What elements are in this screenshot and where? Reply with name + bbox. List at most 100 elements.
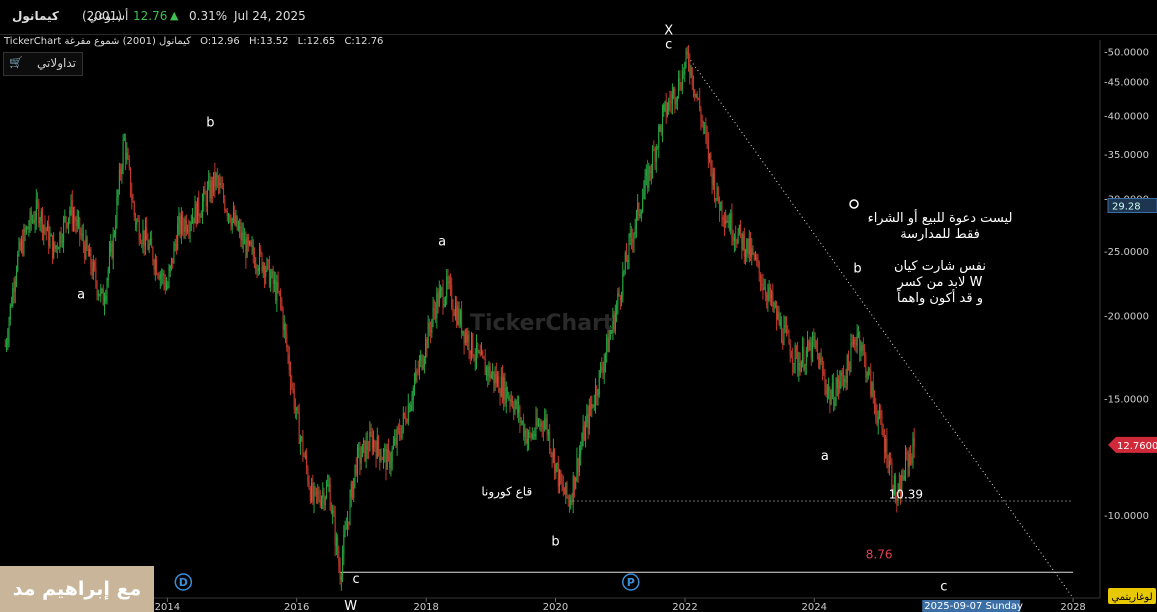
candle-body <box>621 295 623 301</box>
candle-body <box>530 433 532 439</box>
candle-body <box>462 330 464 334</box>
candle-body <box>704 126 706 128</box>
candle-body <box>447 276 449 283</box>
crosshair-date-badge <box>922 600 1021 612</box>
candle-body <box>371 434 373 450</box>
candle-body <box>117 190 119 198</box>
top-bar: كيمانول (2001) أسبوعي 12.76 ▲ 0.31% Jul … <box>0 0 1157 35</box>
candle-body <box>828 388 830 390</box>
my-trades-button[interactable]: 🛒 تداولاتي <box>3 52 83 76</box>
candle-body <box>459 310 461 325</box>
candle-body <box>42 211 44 234</box>
candle-body <box>596 387 598 397</box>
candle-body <box>225 210 227 212</box>
candle-body <box>172 258 174 264</box>
candle-body <box>18 242 20 254</box>
candle-body <box>689 63 691 75</box>
candle-body <box>547 431 549 435</box>
period-label[interactable]: أسبوعي <box>88 9 128 23</box>
candle-body <box>270 276 272 287</box>
candle-body <box>332 510 334 514</box>
candle-body <box>392 444 394 449</box>
candle-body <box>874 396 876 403</box>
candle-body <box>76 219 78 226</box>
candle-body <box>803 347 805 370</box>
candle-body <box>66 222 68 227</box>
candle-body <box>167 285 169 287</box>
candle-body <box>902 474 904 480</box>
candle-body <box>446 276 448 298</box>
candle-body <box>640 212 642 215</box>
x-tick-label: 2014 <box>155 602 180 612</box>
candle-body <box>390 461 392 469</box>
candle-body <box>54 241 56 249</box>
candle-body <box>604 353 606 362</box>
event-marker-icon <box>174 573 193 591</box>
candle-body <box>559 470 561 487</box>
candle-body <box>437 293 439 307</box>
y-tick-label: -35.0000 <box>1104 150 1149 161</box>
candle-body <box>22 239 24 254</box>
candle-body <box>846 355 848 384</box>
stock-name[interactable]: كيمانول <box>12 9 59 23</box>
candle-body <box>30 211 32 221</box>
candle-body <box>322 492 324 498</box>
candle-body <box>480 351 482 356</box>
candle-body <box>537 423 539 426</box>
candle-body <box>404 413 406 416</box>
candle-body <box>654 150 656 162</box>
ohlc-info-bar: TickerChart كيمانول (2001) شموع مفرغة O:… <box>4 36 389 47</box>
candle-body <box>381 459 383 461</box>
price-chart[interactable]: abcWabقاع كوروناXcba10.398.76cYDDPليست د… <box>0 0 1157 612</box>
candle-body <box>669 100 671 102</box>
candle-body <box>394 438 396 445</box>
low-value: L:12.65 <box>297 36 336 47</box>
candle-body <box>583 425 585 441</box>
up-arrow-icon: ▲ <box>170 9 179 22</box>
candle-body <box>349 496 351 524</box>
candle-body <box>59 232 61 249</box>
candle-body <box>494 373 496 384</box>
candle-body <box>582 425 584 442</box>
candle-body <box>509 397 511 402</box>
candle-body <box>741 233 743 250</box>
candle-body <box>854 339 856 344</box>
candle-body <box>688 54 690 64</box>
candle-body <box>350 483 352 497</box>
candle-body <box>590 404 592 409</box>
candle-body <box>668 100 670 111</box>
candle-body <box>100 289 102 296</box>
candle-body <box>599 366 601 371</box>
candle-body <box>458 308 460 325</box>
candle-body <box>396 428 398 445</box>
candle-body <box>608 336 610 352</box>
candle-body <box>99 294 101 296</box>
candle-body <box>694 89 696 96</box>
candle-body <box>144 227 146 246</box>
candle-body <box>781 320 783 340</box>
candle-body <box>550 450 552 454</box>
candle-body <box>293 388 295 409</box>
candle-body <box>664 101 666 105</box>
candle-body <box>421 355 423 369</box>
candle-body <box>121 167 123 175</box>
candle-body <box>255 266 257 268</box>
candle-body <box>805 350 807 366</box>
candle-body <box>376 436 378 459</box>
candle-body <box>523 421 525 437</box>
candle-body <box>259 249 261 269</box>
candle-body <box>809 342 811 351</box>
candle-body <box>256 266 258 271</box>
candle-body <box>213 172 215 193</box>
candle-body <box>174 243 176 246</box>
candle-body <box>751 248 753 257</box>
y-tick-label: -50.0000 <box>1104 47 1149 58</box>
candle-body <box>745 253 747 257</box>
candle-body <box>15 270 17 281</box>
candle-body <box>487 366 489 377</box>
candle-body <box>139 240 141 243</box>
candle-body <box>49 236 51 247</box>
candle-body <box>820 357 822 363</box>
candle-body <box>158 275 160 280</box>
candle-body <box>359 448 361 464</box>
